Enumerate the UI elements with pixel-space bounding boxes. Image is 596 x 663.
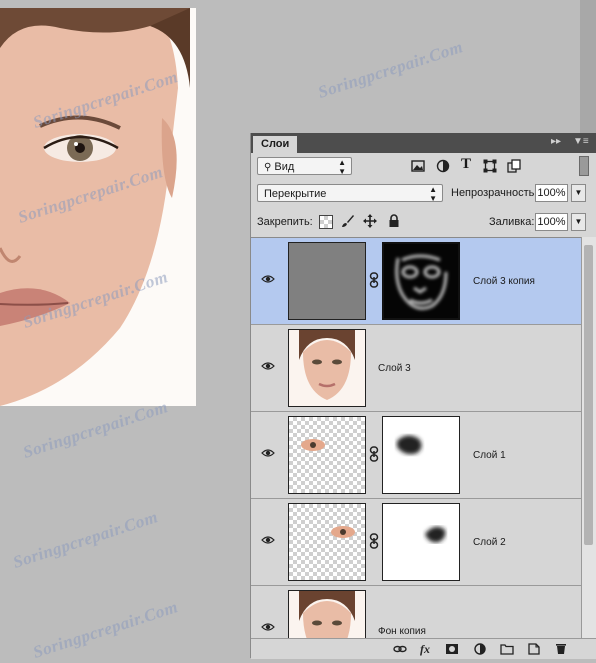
filter-kind-label: Вид xyxy=(274,161,295,173)
layer-thumbnail[interactable] xyxy=(288,242,366,320)
layer-thumbnail[interactable] xyxy=(288,329,366,407)
link-layers-icon[interactable] xyxy=(393,643,407,655)
fill-label: Заливка: xyxy=(489,216,535,228)
adjustment-filter-icon[interactable] xyxy=(436,159,450,173)
mask-link-icon[interactable] xyxy=(369,446,379,462)
filter-toggle-switch[interactable] xyxy=(579,156,589,176)
add-mask-icon[interactable] xyxy=(445,643,459,655)
eye-icon[interactable] xyxy=(261,622,275,632)
layer-mask-thumbnail[interactable] xyxy=(382,503,460,581)
watermark-text: Soringpcrepair.Com xyxy=(20,397,171,462)
mask-link-icon[interactable] xyxy=(369,533,379,549)
new-group-icon[interactable] xyxy=(500,643,514,655)
new-layer-icon[interactable] xyxy=(527,643,541,655)
layers-panel: Слои ▸▸ ▼≡ ⚲ Вид ▲ ▼ T Перекрытие ▲ ▼ Непр… xyxy=(250,133,596,659)
eye-icon[interactable] xyxy=(261,361,275,371)
panel-tab-bar: Слои ▸▸ ▼≡ xyxy=(251,133,596,153)
layer-row[interactable]: Слой 1 xyxy=(251,412,581,499)
layer-name[interactable]: Слой 1 xyxy=(473,450,506,461)
adjustment-layer-icon[interactable] xyxy=(473,643,487,655)
lock-all-icon[interactable] xyxy=(387,214,401,228)
lock-label: Закрепить: xyxy=(257,216,313,228)
watermark-text: Soringpcrepair.Com xyxy=(315,37,466,102)
lock-move-icon[interactable] xyxy=(363,214,377,228)
watermark-text: Soringpcrepair.Com xyxy=(10,507,161,572)
panel-menu-icon[interactable]: ▼≡ xyxy=(573,136,589,147)
fill-dropdown-button[interactable]: ▼ xyxy=(571,213,586,231)
mask-blot-icon xyxy=(397,435,422,455)
mask-face-icon xyxy=(395,254,448,310)
watermark-text: Soringpcrepair.Com xyxy=(30,597,181,662)
lock-brush-icon[interactable] xyxy=(341,214,355,228)
layer-row[interactable]: Слой 3 копия xyxy=(251,238,581,325)
layers-scrollbar[interactable] xyxy=(581,237,596,638)
image-filter-icon[interactable] xyxy=(411,159,425,173)
layers-list: Слой 3 копия Слой 3 Слой 1 Слой 2 Фон ко… xyxy=(251,237,581,639)
fill-input[interactable]: 100% xyxy=(535,213,568,231)
opacity-input[interactable]: 100% xyxy=(535,184,568,202)
chevron-updown-icon: ▲ ▼ xyxy=(429,185,437,203)
layer-name[interactable]: Слой 3 xyxy=(378,363,411,374)
type-filter-icon[interactable]: T xyxy=(459,156,473,172)
blend-mode-select[interactable]: Перекрытие ▲ ▼ xyxy=(257,184,443,203)
shape-filter-icon[interactable] xyxy=(483,159,497,173)
layer-name[interactable]: Слой 3 копия xyxy=(473,276,535,287)
lock-transparency-icon[interactable] xyxy=(319,215,333,229)
eye-patch-icon xyxy=(301,439,325,451)
eye-icon[interactable] xyxy=(261,274,275,284)
chevron-updown-icon: ▲ ▼ xyxy=(338,158,346,176)
delete-layer-icon[interactable] xyxy=(554,643,568,655)
layer-thumbnail[interactable] xyxy=(288,590,366,639)
layer-row[interactable]: Слой 3 xyxy=(251,325,581,412)
opacity-dropdown-button[interactable]: ▼ xyxy=(571,184,586,202)
layer-row[interactable]: Слой 2 xyxy=(251,499,581,586)
layer-mask-thumbnail[interactable] xyxy=(382,416,460,494)
eye-icon[interactable] xyxy=(261,535,275,545)
layer-mask-thumbnail[interactable] xyxy=(382,242,460,320)
face-thumbnail-icon xyxy=(299,591,355,639)
scrollbar-thumb[interactable] xyxy=(584,245,593,545)
layer-name[interactable]: Фон копия xyxy=(378,626,426,637)
smart-object-filter-icon[interactable] xyxy=(507,159,521,173)
blend-mode-value: Перекрытие xyxy=(264,188,327,200)
face-photo-icon xyxy=(0,8,196,406)
eye-icon[interactable] xyxy=(261,448,275,458)
layer-row[interactable]: Фон копия xyxy=(251,586,581,639)
face-thumbnail-icon xyxy=(299,330,355,400)
panel-footer: fx xyxy=(251,638,596,659)
filter-kind-select[interactable]: ⚲ Вид ▲ ▼ xyxy=(257,157,352,176)
layer-name[interactable]: Слой 2 xyxy=(473,537,506,548)
mask-blot-icon xyxy=(425,526,446,543)
tab-layers[interactable]: Слои xyxy=(253,136,298,153)
canvas-image[interactable] xyxy=(0,8,196,406)
eye-patch-icon xyxy=(331,526,355,538)
layer-thumbnail[interactable] xyxy=(288,416,366,494)
search-icon: ⚲ xyxy=(264,162,272,173)
fx-icon[interactable]: fx xyxy=(418,643,432,655)
layer-thumbnail[interactable] xyxy=(288,503,366,581)
mask-link-icon[interactable] xyxy=(369,272,379,288)
opacity-label: Непрозрачность: xyxy=(451,187,538,199)
collapse-panel-icon[interactable]: ▸▸ xyxy=(551,136,561,147)
